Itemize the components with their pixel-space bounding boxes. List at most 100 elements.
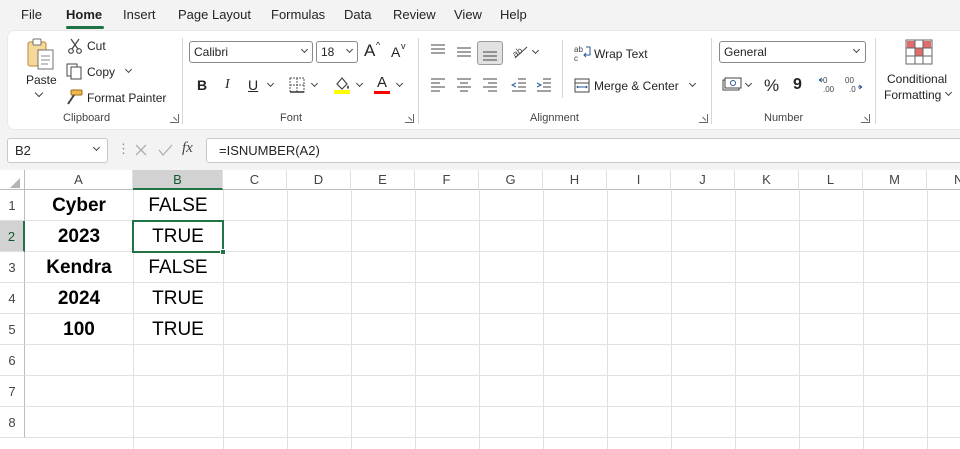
cut-button[interactable]: Cut (87, 39, 106, 53)
cell-a5[interactable]: 100 (25, 314, 133, 345)
column-header-j[interactable]: J (671, 170, 735, 190)
row-header-8[interactable]: 8 (0, 407, 25, 438)
ribbon-separator (711, 38, 712, 124)
column-header-k[interactable]: K (735, 170, 799, 190)
accounting-format-icon[interactable] (722, 77, 742, 93)
row-header-7[interactable]: 7 (0, 376, 25, 407)
align-top-icon[interactable] (430, 44, 446, 56)
column-header-i[interactable]: I (607, 170, 671, 190)
paste-icon[interactable] (25, 38, 57, 72)
column-header-f[interactable]: F (415, 170, 479, 190)
gridline (479, 190, 480, 449)
column-header-m[interactable]: M (863, 170, 927, 190)
cell-b4[interactable]: TRUE (133, 283, 223, 314)
fill-color-icon[interactable] (333, 75, 351, 95)
clipboard-group-label: Clipboard (63, 112, 111, 124)
increase-indent-icon[interactable] (536, 78, 552, 92)
grow-font-button[interactable]: A (364, 41, 375, 61)
row-header-1[interactable]: 1 (0, 190, 25, 221)
svg-text:00: 00 (845, 76, 854, 85)
row-header-2[interactable]: 2 (0, 221, 25, 252)
row-header-6[interactable]: 6 (0, 345, 25, 376)
borders-icon[interactable] (289, 77, 305, 93)
column-header-h[interactable]: H (543, 170, 607, 190)
alignment-inner-separator (562, 40, 563, 98)
tab-review[interactable]: Review (393, 7, 436, 22)
italic-button[interactable]: I (225, 77, 230, 93)
bold-button[interactable]: B (197, 77, 207, 93)
column-header-l[interactable]: L (799, 170, 863, 190)
merge-center-button[interactable]: Merge & Center (594, 79, 679, 93)
cancel-icon[interactable] (134, 143, 148, 157)
svg-text:0: 0 (823, 76, 828, 85)
cell-b3[interactable]: FALSE (133, 252, 223, 283)
underline-button[interactable]: U (248, 77, 258, 93)
tab-formulas[interactable]: Formulas (271, 7, 325, 22)
tab-help[interactable]: Help (500, 7, 527, 22)
column-header-e[interactable]: E (351, 170, 415, 190)
ribbon-separator (875, 38, 876, 124)
column-header-g[interactable]: G (479, 170, 543, 190)
shrink-font-button[interactable]: A (391, 44, 400, 60)
align-center-icon[interactable] (456, 78, 472, 92)
align-bottom-icon (483, 51, 497, 61)
tab-data[interactable]: Data (344, 7, 371, 22)
name-box[interactable]: B2 (7, 138, 108, 163)
cell-b1[interactable]: FALSE (133, 190, 223, 221)
tab-file[interactable]: File (21, 7, 42, 22)
cell-a2[interactable]: 2023 (25, 221, 133, 252)
tab-home[interactable]: Home (66, 7, 102, 22)
row-header-5[interactable]: 5 (0, 314, 25, 345)
align-middle-icon[interactable] (456, 46, 472, 58)
wrap-text-button[interactable]: Wrap Text (594, 47, 648, 61)
column-header-c[interactable]: C (223, 170, 287, 190)
decrease-indent-icon[interactable] (511, 78, 527, 92)
active-cell-border (132, 220, 224, 253)
formula-bar-grip-icon: ⋮ (117, 141, 130, 156)
font-color-button[interactable]: A (377, 74, 387, 91)
increase-decimal-icon[interactable]: 0 .00 (818, 75, 838, 94)
comma-style-button[interactable]: 9 (793, 76, 802, 94)
number-format-select[interactable]: General (719, 41, 866, 63)
paste-button[interactable]: Paste (26, 73, 57, 87)
number-launcher-icon[interactable] (861, 114, 870, 123)
svg-text:c: c (574, 54, 578, 62)
row-header-4[interactable]: 4 (0, 283, 25, 314)
row-header-3[interactable]: 3 (0, 252, 25, 283)
gridline (671, 190, 672, 449)
clipboard-launcher-icon[interactable] (170, 114, 179, 123)
font-size-select[interactable]: 18 (316, 41, 358, 63)
cell-a3[interactable]: Kendra (25, 252, 133, 283)
tab-page-layout[interactable]: Page Layout (178, 7, 251, 22)
percent-style-button[interactable]: % (764, 76, 779, 96)
cell-a4[interactable]: 2024 (25, 283, 133, 314)
formula-input[interactable]: =ISNUMBER(A2) (206, 138, 960, 163)
font-launcher-icon[interactable] (405, 114, 414, 123)
enter-icon[interactable] (158, 143, 173, 157)
conditional-formatting-button[interactable]: Conditional (887, 72, 947, 86)
orientation-icon[interactable]: ab (511, 43, 529, 59)
tab-insert[interactable]: Insert (123, 7, 156, 22)
svg-text:ab: ab (511, 45, 524, 59)
column-header-b[interactable]: B (133, 170, 223, 190)
menu-bar: File Home Insert Page Layout Formulas Da… (0, 0, 960, 30)
gridline (415, 190, 416, 449)
cell-b5[interactable]: TRUE (133, 314, 223, 345)
font-name-select[interactable]: Calibri (189, 41, 313, 63)
format-painter-button[interactable]: Format Painter (87, 91, 166, 105)
column-header-d[interactable]: D (287, 170, 351, 190)
alignment-launcher-icon[interactable] (699, 114, 708, 123)
decrease-decimal-icon[interactable]: 00 .0 (844, 75, 864, 94)
column-header-a[interactable]: A (25, 170, 133, 190)
cell-a1[interactable]: Cyber (25, 190, 133, 221)
align-left-icon[interactable] (430, 78, 446, 92)
column-header-n[interactable]: N (927, 170, 960, 190)
fill-handle[interactable] (220, 249, 226, 255)
merge-center-icon (574, 78, 590, 93)
cut-icon (68, 38, 82, 54)
tab-view[interactable]: View (454, 7, 482, 22)
align-right-icon[interactable] (482, 78, 498, 92)
grow-font-arrow-icon: ^ (376, 40, 381, 50)
insert-function-button[interactable]: fx (182, 140, 193, 157)
copy-button[interactable]: Copy (87, 65, 115, 79)
